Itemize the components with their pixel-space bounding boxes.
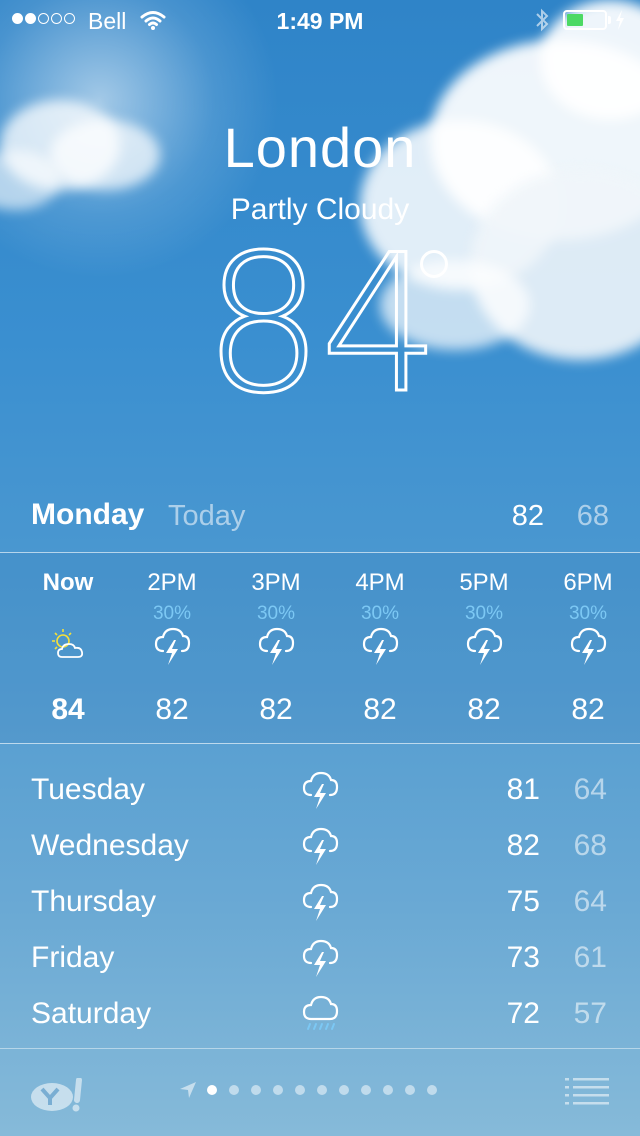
page-dot[interactable] xyxy=(229,1085,239,1095)
hour-time: 5PM xyxy=(459,569,509,596)
forecast-high: 72 xyxy=(506,997,540,1030)
forecast-row: Saturday 72 57 xyxy=(0,979,640,1035)
hour-temp: 82 xyxy=(467,693,501,726)
thunderstorm-icon xyxy=(302,771,339,809)
page-indicator[interactable] xyxy=(207,1085,437,1095)
page-dot[interactable] xyxy=(251,1085,261,1095)
bottom-toolbar xyxy=(0,1048,640,1136)
status-bar: Bell 1:49 PM xyxy=(0,0,640,40)
bluetooth-icon xyxy=(536,8,549,32)
forecast-low: 57 xyxy=(573,997,607,1030)
page-dot[interactable] xyxy=(339,1085,349,1095)
city-name: London xyxy=(223,116,417,179)
forecast-low: 61 xyxy=(573,941,607,974)
degree-symbol xyxy=(420,250,448,278)
forecast-day: Thursday xyxy=(31,885,157,918)
forecast-row: Friday 73 61 xyxy=(0,923,640,979)
forecast-day: Friday xyxy=(31,941,115,974)
today-label: Today xyxy=(168,500,246,532)
hour-temp: 82 xyxy=(155,693,189,726)
current-temperature: 84 xyxy=(202,214,443,435)
forecast-day: Saturday xyxy=(31,997,152,1030)
battery-level xyxy=(567,14,583,26)
thunderstorm-icon xyxy=(302,827,339,865)
page-dot[interactable] xyxy=(207,1085,217,1095)
thunderstorm-icon xyxy=(570,627,607,665)
forecast-row: Thursday 75 64 xyxy=(0,867,640,923)
hour-precip: 30% xyxy=(256,603,296,624)
thunderstorm-icon xyxy=(154,627,191,665)
hour-precip: 30% xyxy=(464,603,504,624)
hour-temp: 82 xyxy=(363,693,397,726)
forecast-low: 64 xyxy=(573,773,607,806)
today-summary-row: Monday Today 82 68 xyxy=(0,490,640,550)
hourly-forecast-strip[interactable]: Now 84 2PM 30% 82 3PM 30% 82 4PM 30% 82 … xyxy=(0,553,640,743)
current-location-arrow-icon[interactable] xyxy=(178,1080,198,1100)
hour-time: 3PM xyxy=(251,569,301,596)
page-dot[interactable] xyxy=(405,1085,415,1095)
forecast-high: 82 xyxy=(506,829,540,862)
battery-icon xyxy=(563,10,607,30)
forecast-day: Wednesday xyxy=(31,829,189,862)
forecast-high: 75 xyxy=(506,885,540,918)
page-dot[interactable] xyxy=(295,1085,305,1095)
hour-temp: 82 xyxy=(259,693,293,726)
hour-time: 6PM xyxy=(563,569,613,596)
today-day-name: Monday xyxy=(31,498,145,531)
page-dot[interactable] xyxy=(427,1085,437,1095)
today-low: 68 xyxy=(576,500,609,532)
page-dot[interactable] xyxy=(383,1085,393,1095)
hour-precip: 30% xyxy=(360,603,400,624)
hour-temp: 82 xyxy=(571,693,605,726)
thunderstorm-icon xyxy=(362,627,399,665)
forecast-row: Wednesday 82 68 xyxy=(0,811,640,867)
thunderstorm-icon xyxy=(466,627,503,665)
daily-forecast-list[interactable]: Tuesday 81 64 Wednesday 82 68 Thursday 7… xyxy=(0,745,640,1045)
forecast-low: 68 xyxy=(573,829,607,862)
yahoo-logo-icon[interactable] xyxy=(28,1078,88,1112)
divider xyxy=(0,743,640,744)
forecast-day: Tuesday xyxy=(31,773,145,806)
thunderstorm-icon xyxy=(302,883,339,921)
today-high: 82 xyxy=(511,500,544,532)
page-dot[interactable] xyxy=(273,1085,283,1095)
city-list-icon[interactable] xyxy=(565,1076,609,1106)
hour-time: 2PM xyxy=(147,569,197,596)
rain-icon xyxy=(302,995,339,1030)
page-dot[interactable] xyxy=(317,1085,327,1095)
forecast-high: 73 xyxy=(506,941,540,974)
thunderstorm-icon xyxy=(258,627,295,665)
page-dot[interactable] xyxy=(361,1085,371,1095)
current-temperature-block: 84 xyxy=(0,228,640,421)
hour-time: 4PM xyxy=(355,569,405,596)
hour-temp: 84 xyxy=(51,693,85,726)
weather-screen: Bell 1:49 PM London Partly Cloudy 84 Mon… xyxy=(0,0,640,1136)
hour-precip: 30% xyxy=(152,603,192,624)
hour-precip: 30% xyxy=(568,603,608,624)
forecast-high: 81 xyxy=(506,773,540,806)
thunderstorm-icon xyxy=(302,939,339,977)
battery-nub xyxy=(608,16,611,24)
charging-bolt-icon xyxy=(616,10,624,30)
forecast-row: Tuesday 81 64 xyxy=(0,755,640,811)
partly-cloudy-icon xyxy=(52,629,84,658)
forecast-low: 64 xyxy=(573,885,607,918)
hour-time: Now xyxy=(42,569,94,596)
